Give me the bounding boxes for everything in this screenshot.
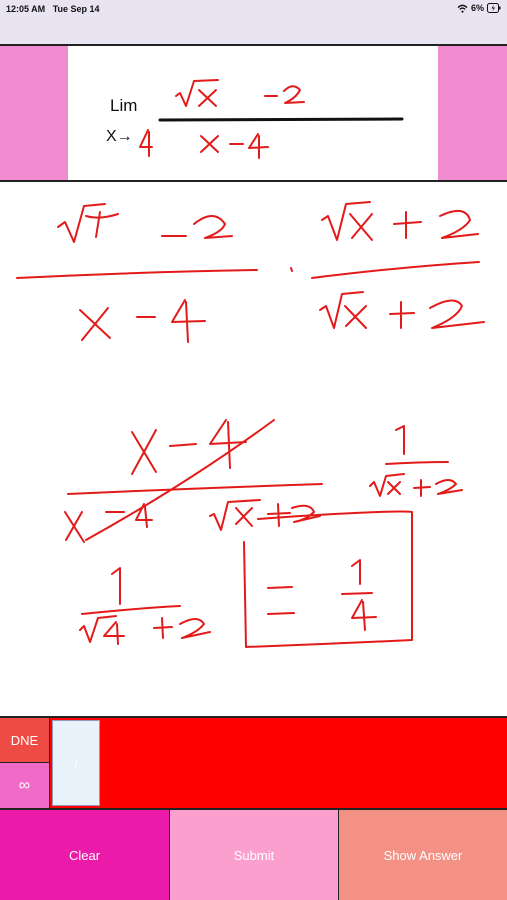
battery-percent: 6% [470, 3, 484, 13]
bottom-action-bar: Clear Submit Show Answer [0, 810, 507, 900]
status-indicators: 6% [457, 3, 501, 13]
wifi-icon [457, 4, 468, 13]
show-answer-button[interactable]: Show Answer [339, 810, 507, 900]
dne-button[interactable]: DNE [0, 718, 50, 763]
battery-icon [487, 3, 501, 13]
status-time: 12:05 AM Tue Sep 14 [6, 4, 100, 14]
submit-button[interactable]: Submit [170, 810, 339, 900]
answer-row: DNE ∞ / [0, 718, 507, 810]
clear-button[interactable]: Clear [0, 810, 170, 900]
answer-input[interactable]: / [52, 720, 100, 806]
problem-card: Lim X→ [68, 46, 438, 180]
scratch-work-canvas[interactable] [0, 182, 507, 718]
infinity-button[interactable]: ∞ [0, 763, 50, 808]
problem-expression [139, 79, 404, 159]
problem-banner: Lim X→ [0, 46, 507, 182]
scratch-work-ink [16, 201, 485, 648]
time-text: 12:05 AM [6, 4, 46, 14]
date-text: Tue Sep 14 [52, 4, 100, 14]
status-bar: 12:05 AM Tue Sep 14 6% [0, 0, 507, 46]
